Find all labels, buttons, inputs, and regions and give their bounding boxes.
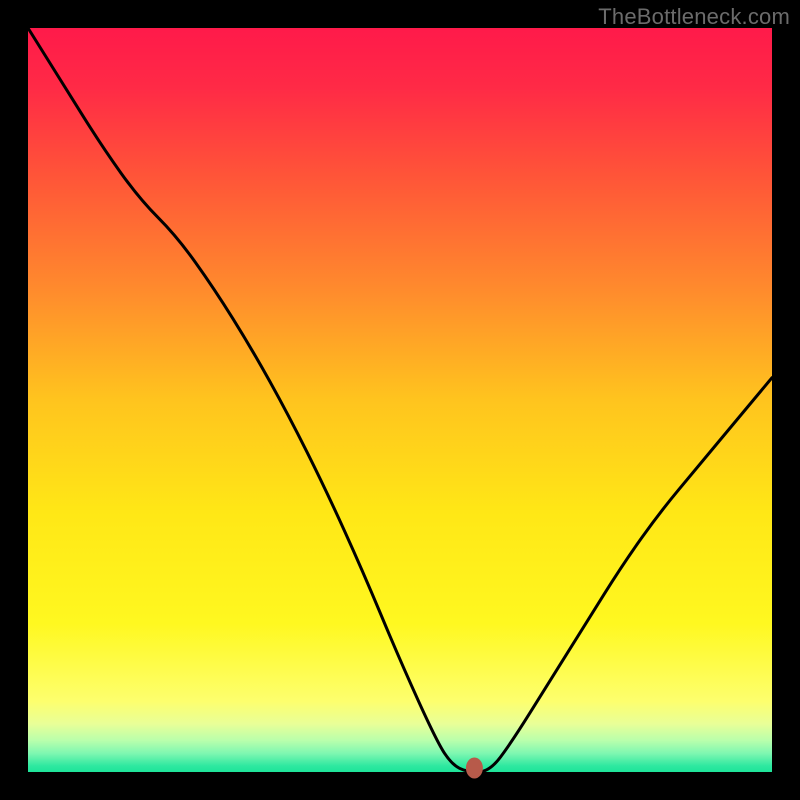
chart-frame: TheBottleneck.com: [0, 0, 800, 800]
optimal-marker: [466, 758, 483, 779]
bottleneck-chart-svg: [0, 0, 800, 800]
